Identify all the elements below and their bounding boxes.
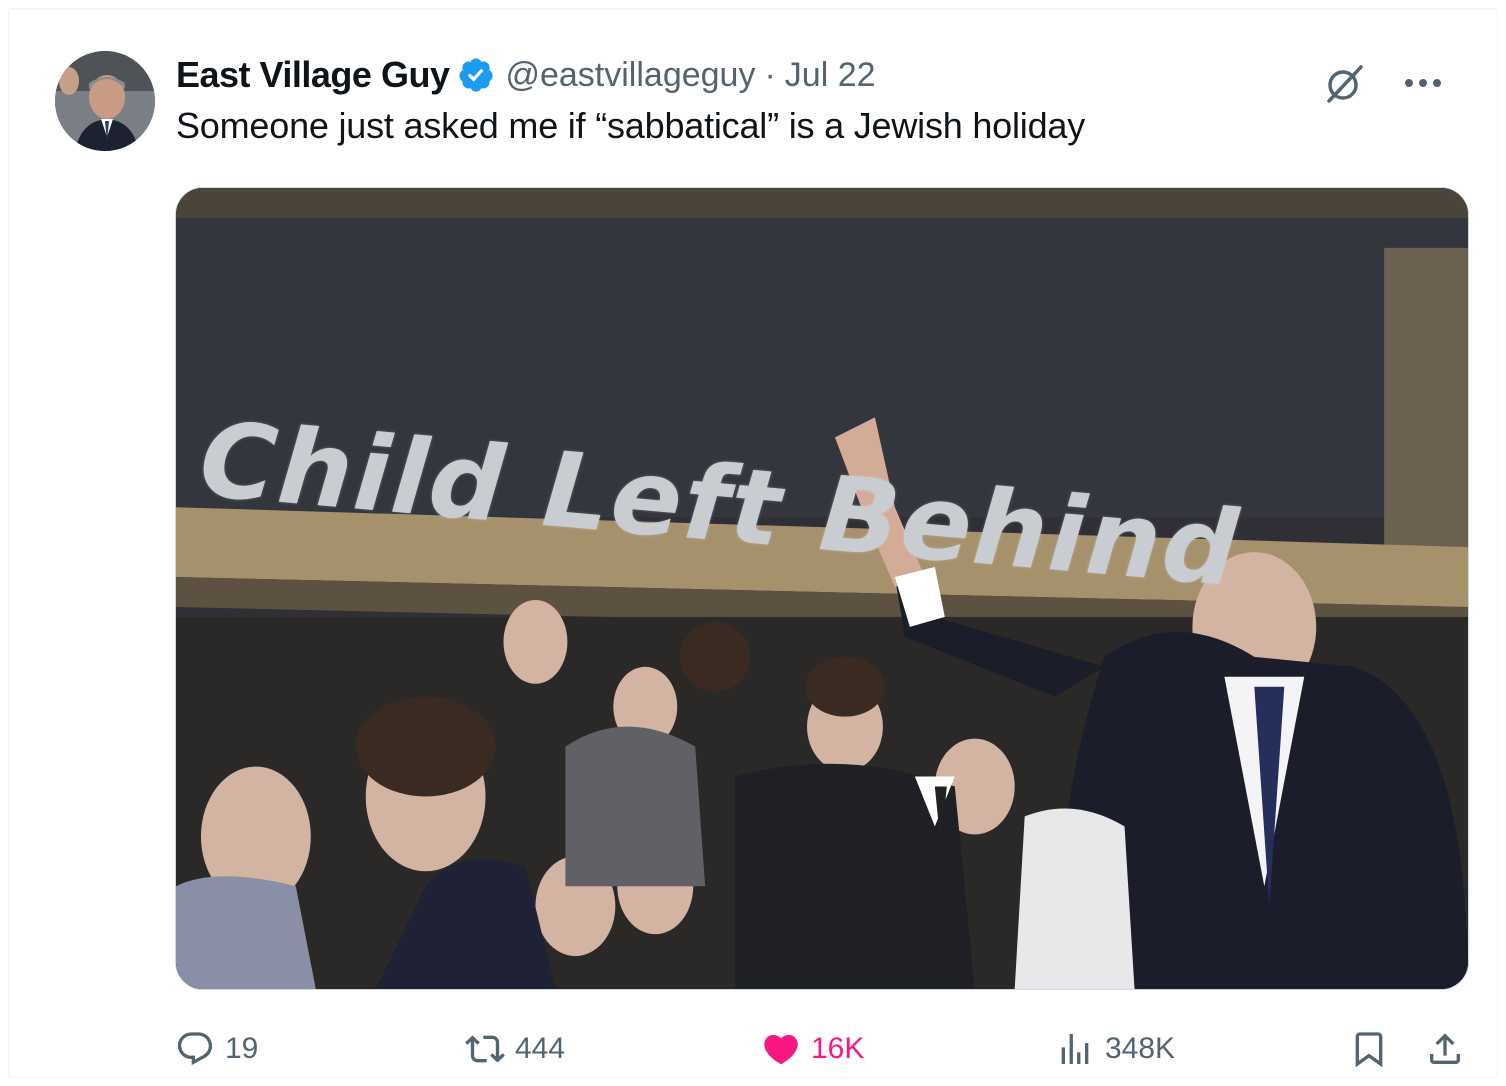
- heart-icon: [764, 1034, 798, 1065]
- repost-count: 444: [515, 1032, 566, 1065]
- separator-dot: ·: [764, 55, 776, 94]
- share-icon: [1430, 1033, 1460, 1064]
- tweet-date[interactable]: Jul 22: [785, 56, 876, 95]
- avatar[interactable]: [55, 51, 155, 151]
- views-icon: [1061, 1034, 1089, 1064]
- action-bar: 19 444 16K 348K: [175, 1021, 1469, 1077]
- bookmark-icon: [1355, 1032, 1383, 1068]
- repost-button[interactable]: 444: [465, 1021, 565, 1077]
- reply-button[interactable]: 19: [175, 1021, 258, 1077]
- repost-icon: [465, 1035, 505, 1063]
- views-count: 348K: [1105, 1032, 1176, 1065]
- bookmark-button[interactable]: [1349, 1021, 1389, 1077]
- like-button[interactable]: 16K: [761, 1021, 864, 1077]
- verified-badge-icon: [459, 58, 494, 92]
- tweet-header: East Village Guy @eastvillageguy · Jul 2…: [176, 53, 876, 97]
- share-button[interactable]: [1425, 1021, 1465, 1077]
- handle[interactable]: @eastvillageguy: [505, 56, 755, 95]
- reply-count: 19: [225, 1032, 259, 1065]
- display-name[interactable]: East Village Guy: [176, 54, 450, 96]
- tweet-card[interactable]: East Village Guy @eastvillageguy · Jul 2…: [8, 8, 1498, 1078]
- views-button[interactable]: 348K: [1055, 1021, 1175, 1077]
- like-count: 16K: [811, 1032, 865, 1065]
- reply-icon: [177, 1032, 213, 1066]
- tweet-photo[interactable]: Child Left Behind: [175, 187, 1469, 990]
- grok-icon[interactable]: [1323, 61, 1367, 105]
- tweet-text: Someone just asked me if “sabbatical” is…: [176, 105, 1086, 146]
- top-actions: [1323, 61, 1445, 105]
- more-icon[interactable]: [1401, 71, 1445, 95]
